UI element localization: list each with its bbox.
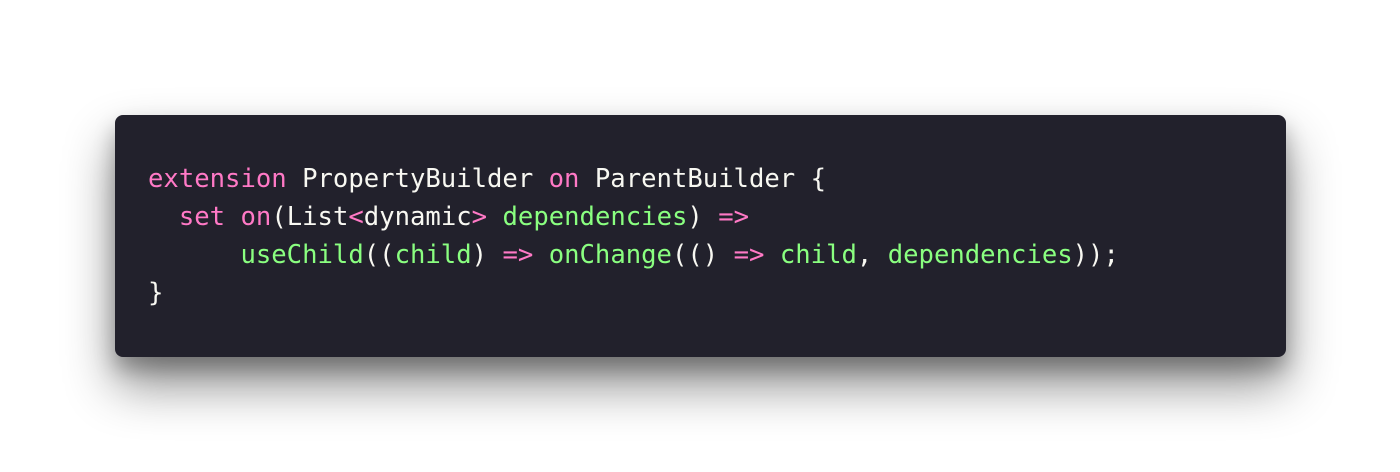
operator: >: [471, 202, 488, 232]
identifier: ParentBuilder {: [579, 164, 827, 194]
setter-name-on: on: [240, 202, 272, 232]
code-line-1: extension PropertyBuilder on ParentBuild…: [148, 160, 1119, 198]
arrow-operator: =>: [718, 202, 750, 232]
punctuation: ));: [1072, 240, 1119, 270]
punctuation: ): [471, 240, 503, 270]
code-snippet-window: extension PropertyBuilder on ParentBuild…: [115, 115, 1286, 357]
punctuation: ((): [671, 240, 734, 270]
code-line-2: set on(List<dynamic> dependencies) =>: [148, 198, 1119, 236]
keyword-on: on: [548, 164, 580, 194]
closing-brace: }: [148, 278, 164, 308]
arrow-operator: =>: [733, 240, 765, 270]
function-call: useChild: [240, 240, 364, 270]
code-line-4: }: [148, 274, 1119, 312]
punctuation: ): [687, 202, 719, 232]
punctuation: ((: [363, 240, 395, 270]
type-name: dynamic: [363, 202, 472, 232]
variable: dependencies: [887, 240, 1073, 270]
function-call: onChange: [548, 240, 672, 270]
parameter-name: dependencies: [502, 202, 688, 232]
identifier: PropertyBuilder: [286, 164, 549, 194]
arrow-operator: =>: [502, 240, 534, 270]
keyword-set: set: [178, 202, 226, 232]
type-name: (List: [271, 202, 349, 232]
operator: <: [348, 202, 364, 232]
code-block: extension PropertyBuilder on ParentBuild…: [148, 160, 1119, 312]
punctuation: ,: [856, 240, 888, 270]
variable: child: [779, 240, 857, 270]
code-line-3: useChild((child) => onChange(() => child…: [148, 236, 1119, 274]
parameter-name: child: [394, 240, 472, 270]
keyword-extension: extension: [148, 164, 287, 194]
